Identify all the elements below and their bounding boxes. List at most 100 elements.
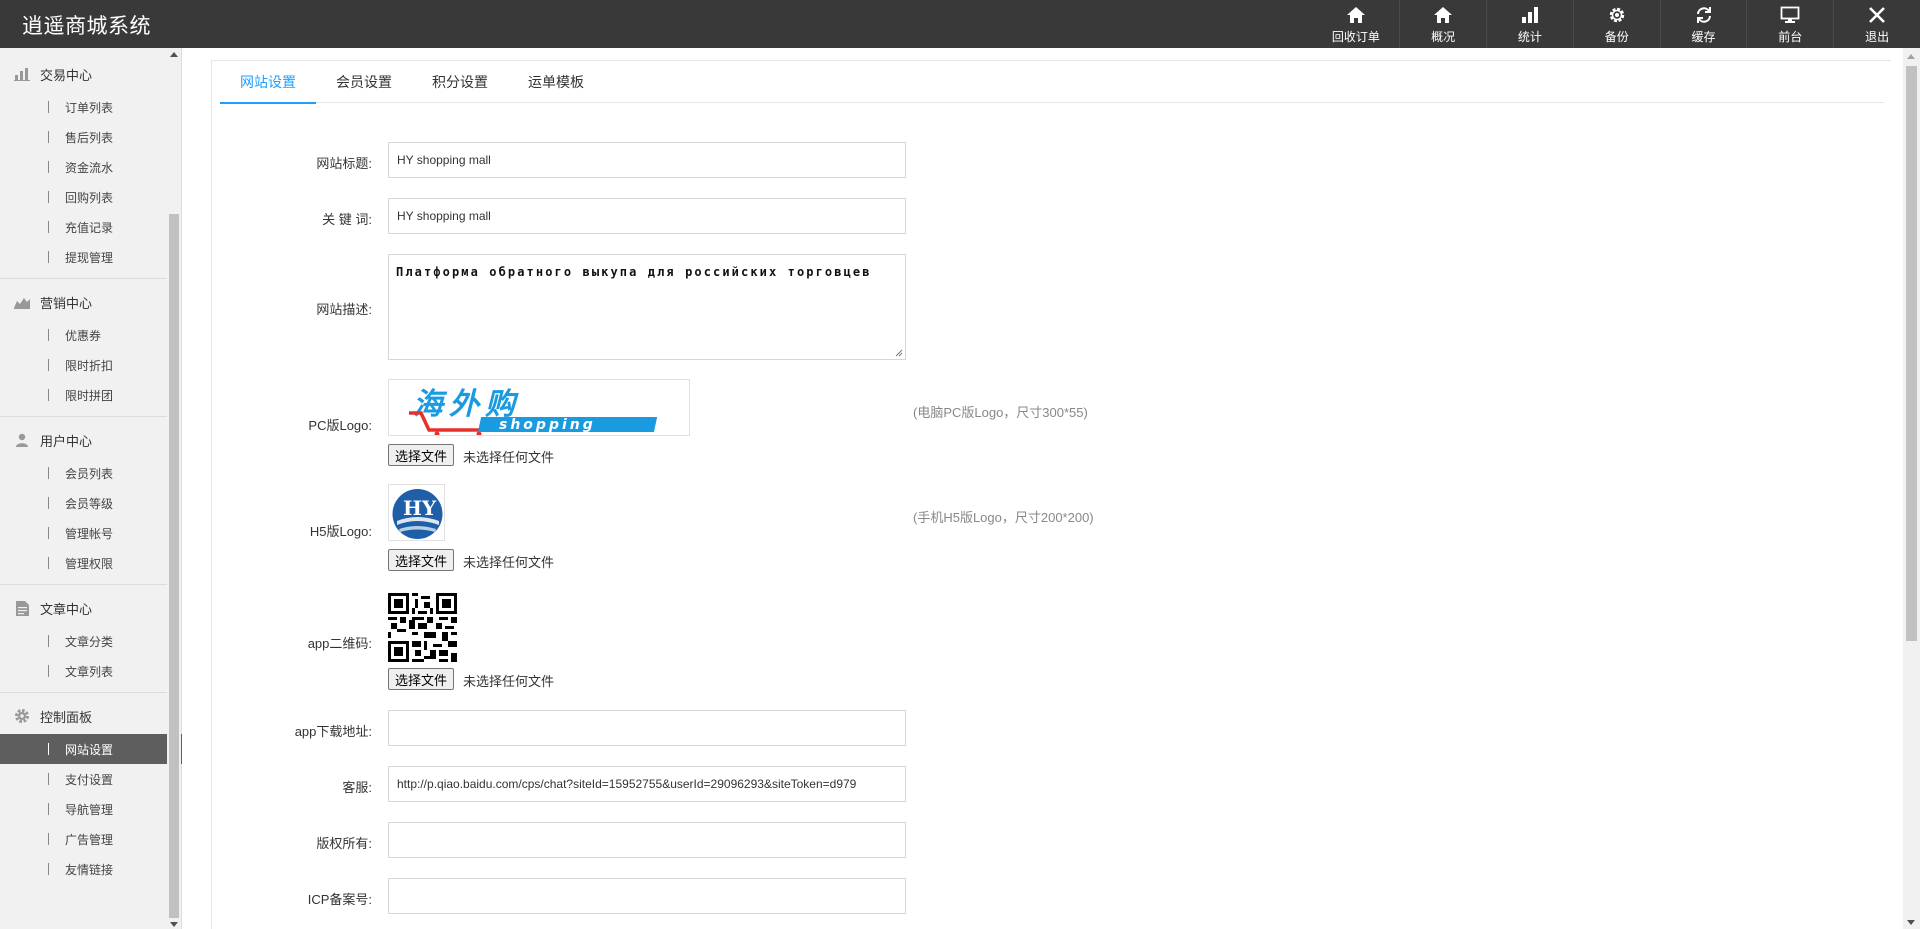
sidebar-item-article-list[interactable]: 文章列表	[0, 656, 182, 686]
app-title: 逍遥商城系统	[22, 15, 151, 38]
monitor-icon	[1779, 4, 1801, 26]
pc-logo-label: PC版Logo:	[308, 418, 372, 433]
sidebar-item-recharge[interactable]: 充值记录	[0, 212, 182, 242]
sidebar-item-cashflow[interactable]: 资金流水	[0, 152, 182, 182]
sidebar-item-buyback[interactable]: 回购列表	[0, 182, 182, 212]
settings-panel: 网站设置 会员设置 积分设置 运单模板 网站标题: HY shopping ma…	[211, 60, 1891, 929]
close-icon	[1866, 4, 1888, 26]
customer-service-label: 客服:	[342, 780, 372, 795]
divider	[0, 692, 182, 693]
sidebar-item-orders[interactable]: 订单列表	[0, 92, 182, 122]
sidebar-item-ads[interactable]: 广告管理	[0, 824, 182, 854]
topnav-recycle-orders[interactable]: 回收订单	[1312, 0, 1399, 48]
scroll-down-arrow-icon[interactable]	[1907, 920, 1915, 925]
h5-logo-hint: (手机H5版Logo，尺寸200*200)	[913, 510, 1094, 525]
app-qr-file-status: 未选择任何文件	[463, 674, 555, 689]
refresh-icon	[1693, 4, 1715, 26]
app-qr-image	[388, 593, 457, 662]
user-icon	[14, 432, 30, 448]
sidebar-item-navigation[interactable]: 导航管理	[0, 794, 182, 824]
home-icon	[1432, 4, 1454, 26]
gear-icon	[1606, 4, 1628, 26]
sidebar-item-payment-settings[interactable]: 支付设置	[0, 764, 182, 794]
sidebar-item-group-buy[interactable]: 限时拼团	[0, 380, 182, 410]
scrollbar-thumb[interactable]	[169, 214, 179, 918]
sidebar-group-users: 用户中心 会员列表 会员等级 管理帐号 管理权限	[0, 422, 182, 585]
pc-logo-file-status: 未选择任何文件	[463, 450, 555, 465]
icp-input[interactable]	[388, 878, 906, 914]
sidebar-item-site-settings[interactable]: 网站设置	[0, 734, 182, 764]
sidebar-item-flash-discount[interactable]: 限时折扣	[0, 350, 182, 380]
copyright-label: 版权所有:	[316, 836, 372, 851]
topnav-backup[interactable]: 备份	[1572, 0, 1660, 48]
topnav-cache[interactable]: 缓存	[1659, 0, 1747, 48]
copyright-input[interactable]	[388, 822, 906, 858]
customer-service-input[interactable]: http://p.qiao.baidu.com/cps/chat?siteId=…	[388, 766, 906, 802]
app-qr-choose-file-button[interactable]: 选择文件	[388, 668, 455, 690]
topnav-statistics[interactable]: 统计	[1486, 0, 1573, 48]
topnav-logout[interactable]: 退出	[1833, 0, 1920, 48]
sidebar-group-articles: 文章中心 文章分类 文章列表	[0, 590, 182, 693]
divider	[0, 278, 182, 279]
sidebar-item-admin-permissions[interactable]: 管理权限	[0, 548, 182, 578]
resize-grip-icon[interactable]	[895, 349, 903, 357]
sidebar-item-aftersale[interactable]: 售后列表	[0, 122, 182, 152]
sidebar-item-admin-accounts[interactable]: 管理帐号	[0, 518, 182, 548]
tab-waybill-template[interactable]: 运单模板	[508, 61, 604, 103]
pc-logo-choose-file-button[interactable]: 选择文件	[388, 444, 455, 466]
h5-logo-choose-file-button[interactable]: 选择文件	[388, 549, 455, 571]
top-bar: 逍遥商城系统 回收订单 概况 统计 备份 缓存 前台 退出	[0, 0, 1920, 48]
site-title-label: 网站标题:	[316, 156, 372, 171]
sidebar-item-article-categories[interactable]: 文章分类	[0, 626, 182, 656]
bar-chart-icon	[14, 66, 30, 82]
sidebar-group-header[interactable]: 营销中心	[0, 284, 182, 320]
sidebar-group-marketing: 营销中心 优惠券 限时折扣 限时拼团	[0, 284, 182, 417]
pc-logo-hint: (电脑PC版Logo，尺寸300*55)	[913, 405, 1088, 420]
sidebar-item-coupons[interactable]: 优惠券	[0, 320, 182, 350]
main-scrollbar[interactable]	[1903, 48, 1920, 929]
gear-icon	[14, 708, 30, 724]
pc-logo-image: 海外购 shopping	[388, 379, 690, 436]
home-icon	[1345, 4, 1367, 26]
tab-member-settings[interactable]: 会员设置	[316, 61, 412, 103]
description-label: 网站描述:	[316, 302, 372, 317]
sidebar-scrollbar[interactable]	[167, 48, 181, 929]
h5-logo-text: HY	[403, 496, 437, 520]
sidebar-group-header[interactable]: 控制面板	[0, 698, 182, 734]
tab-site-settings[interactable]: 网站设置	[220, 61, 316, 104]
topnav-frontend[interactable]: 前台	[1746, 0, 1833, 48]
scroll-up-arrow-icon[interactable]	[170, 52, 178, 57]
sidebar-group-header[interactable]: 交易中心	[0, 56, 182, 92]
area-chart-icon	[14, 294, 30, 310]
top-nav: 回收订单 概况 统计 备份 缓存 前台 退出	[1312, 0, 1920, 48]
pc-logo-subtext: shopping	[499, 417, 596, 433]
h5-logo-label: H5版Logo:	[309, 524, 372, 539]
description-text: Платформа обратного выкупа для российски…	[396, 265, 872, 279]
bar-chart-icon	[1519, 4, 1541, 26]
tab-points-settings[interactable]: 积分设置	[412, 61, 508, 103]
scrollbar-thumb[interactable]	[1906, 66, 1917, 641]
sidebar-item-withdraw[interactable]: 提现管理	[0, 242, 182, 272]
sidebar-item-friend-links[interactable]: 友情链接	[0, 854, 182, 884]
site-title-input[interactable]: HY shopping mall	[388, 142, 906, 178]
keywords-label: 关 键 词:	[322, 212, 372, 227]
divider	[0, 584, 182, 585]
app-url-input[interactable]	[388, 710, 906, 746]
scroll-down-arrow-icon[interactable]	[170, 922, 178, 927]
icp-label: ICP备案号:	[307, 892, 372, 907]
h5-logo-file-status: 未选择任何文件	[463, 555, 555, 570]
h5-logo-image: HY	[388, 484, 445, 541]
keywords-input[interactable]: HY shopping mall	[388, 198, 906, 234]
sidebar-group-trade: 交易中心 订单列表 售后列表 资金流水 回购列表 充值记录 提现管理	[0, 56, 182, 279]
divider	[0, 416, 182, 417]
sidebar-group-header[interactable]: 用户中心	[0, 422, 182, 458]
main-content: 网站设置 会员设置 积分设置 运单模板 网站标题: HY shopping ma…	[197, 48, 1909, 929]
topnav-overview[interactable]: 概况	[1399, 0, 1486, 48]
scroll-up-arrow-icon[interactable]	[1907, 54, 1915, 59]
app-qr-label: app二维码:	[307, 636, 372, 651]
sidebar-item-members[interactable]: 会员列表	[0, 458, 182, 488]
sidebar-item-member-levels[interactable]: 会员等级	[0, 488, 182, 518]
description-textarea[interactable]: Платформа обратного выкупа для российски…	[388, 254, 906, 360]
sidebar-group-control-panel: 控制面板 网站设置 支付设置 导航管理 广告管理 友情链接	[0, 698, 182, 884]
sidebar-group-header[interactable]: 文章中心	[0, 590, 182, 626]
